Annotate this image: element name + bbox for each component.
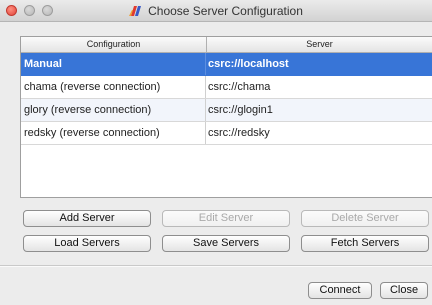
window-title: Choose Server Configuration xyxy=(148,4,303,18)
table-row[interactable]: redsky (reverse connection) csrc://redsk… xyxy=(21,122,432,145)
column-header-configuration[interactable]: Configuration xyxy=(21,37,207,52)
server-cell: csrc://redsky xyxy=(208,127,270,139)
save-servers-button[interactable]: Save Servers xyxy=(162,235,290,252)
configuration-cell: redsky (reverse connection) xyxy=(21,122,206,144)
configuration-cell: Manual xyxy=(21,53,206,75)
server-configuration-table[interactable]: Configuration Server Manual csrc://local… xyxy=(20,36,432,198)
configuration-cell: chama (reverse connection) xyxy=(21,76,206,98)
table-row[interactable]: chama (reverse connection) csrc://chama xyxy=(21,76,432,99)
table-row[interactable]: glory (reverse connection) csrc://glogin… xyxy=(21,99,432,122)
server-cell: csrc://chama xyxy=(208,81,271,93)
dialog-separator xyxy=(0,265,432,267)
window-title-area: Choose Server Configuration xyxy=(0,0,432,22)
server-cell: csrc://glogin1 xyxy=(208,104,273,116)
load-servers-button[interactable]: Load Servers xyxy=(23,235,151,252)
configuration-cell: glory (reverse connection) xyxy=(21,99,206,121)
close-button[interactable]: Close xyxy=(380,282,428,299)
server-cell: csrc://localhost xyxy=(208,58,289,70)
connect-button[interactable]: Connect xyxy=(308,282,372,299)
paraview-logo-icon xyxy=(129,5,142,16)
delete-server-button[interactable]: Delete Server xyxy=(301,210,429,227)
table-header: Configuration Server xyxy=(21,37,432,53)
add-server-button[interactable]: Add Server xyxy=(23,210,151,227)
window-titlebar: Choose Server Configuration xyxy=(0,0,432,22)
table-row[interactable]: Manual csrc://localhost xyxy=(21,53,432,76)
fetch-servers-button[interactable]: Fetch Servers xyxy=(301,235,429,252)
edit-server-button[interactable]: Edit Server xyxy=(162,210,290,227)
column-header-server[interactable]: Server xyxy=(207,37,432,52)
